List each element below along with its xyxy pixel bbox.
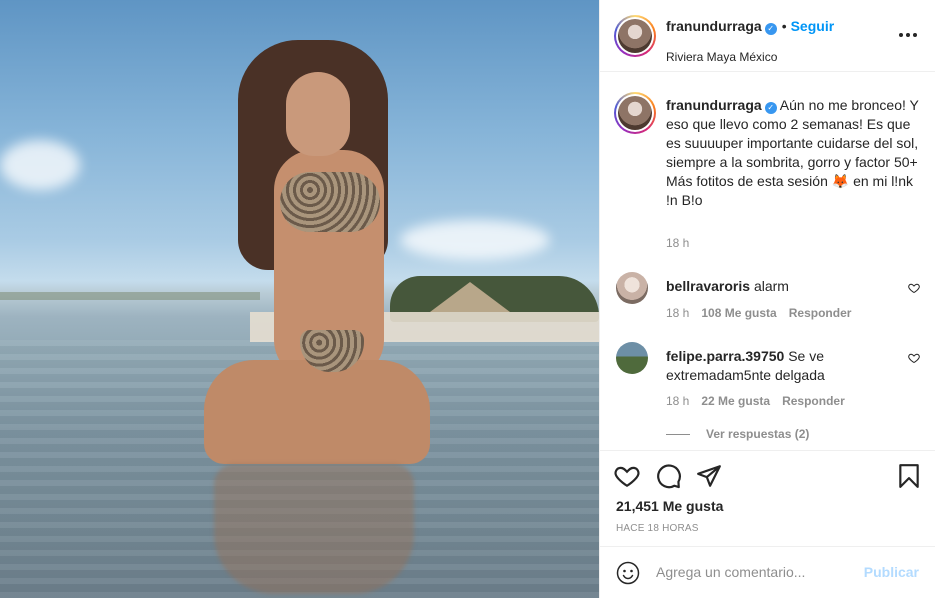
- reply-button[interactable]: Responder: [789, 306, 852, 320]
- horizon: [0, 292, 260, 300]
- avatar[interactable]: [614, 15, 656, 57]
- like-comment-heart-icon[interactable]: [908, 352, 920, 364]
- post-actions: 21,451 Me gusta HACE 18 HORAS: [600, 450, 935, 546]
- emoji-icon[interactable]: [616, 561, 640, 585]
- comment-icon[interactable]: [656, 463, 682, 489]
- separator: •: [781, 18, 787, 34]
- more-options-icon[interactable]: [898, 22, 918, 43]
- comment-time[interactable]: 18 h: [666, 306, 689, 320]
- post-timestamp[interactable]: HACE 18 HORAS: [616, 523, 699, 534]
- comment-meta: 18 h 22 Me gusta Responder: [666, 394, 857, 408]
- comment-text-block: bellravaroris alarm: [666, 277, 900, 296]
- view-replies-label: Ver respuestas (2): [706, 427, 810, 441]
- bikini-top: [280, 172, 380, 232]
- comment-avatar[interactable]: [616, 272, 648, 304]
- like-count[interactable]: 21,451 Me gusta: [616, 498, 723, 514]
- post-header: franundurraga ✓ • Seguir Riviera Maya Méxic…: [600, 0, 935, 72]
- person-reflection: [214, 464, 414, 594]
- avatar-image: [618, 96, 652, 130]
- bookmark-icon[interactable]: [896, 463, 922, 489]
- person-face: [286, 72, 350, 156]
- comment-username[interactable]: felipe.parra.39750: [666, 348, 784, 364]
- cloud: [0, 140, 80, 190]
- comment-time[interactable]: 18 h: [666, 394, 689, 408]
- share-icon[interactable]: [696, 463, 722, 489]
- add-comment-bar: Publicar: [600, 546, 935, 598]
- post-side-panel: franundurraga ✓ • Seguir Riviera Maya Méxic…: [599, 0, 935, 598]
- post-photo[interactable]: [0, 0, 599, 598]
- comment-username[interactable]: bellravaroris: [666, 278, 750, 294]
- heart-icon[interactable]: [614, 463, 640, 489]
- verified-badge-icon: ✓: [764, 23, 777, 35]
- caption-time[interactable]: 18 h: [666, 236, 689, 250]
- comment-meta: 18 h 108 Me gusta Responder: [666, 306, 863, 320]
- comment-likes[interactable]: 108 Me gusta: [701, 306, 776, 320]
- person-legs: [204, 360, 430, 464]
- caption-text-block: franundurraga ✓ Aún no me bronceo! Y eso …: [666, 96, 920, 210]
- comment-avatar[interactable]: [616, 342, 648, 374]
- replies-divider: [666, 434, 690, 436]
- reply-button[interactable]: Responder: [782, 394, 845, 408]
- like-comment-heart-icon[interactable]: [908, 282, 920, 294]
- avatar-image: [618, 19, 652, 53]
- publish-button[interactable]: Publicar: [864, 564, 919, 580]
- location-link[interactable]: Riviera Maya México: [666, 50, 777, 64]
- follow-button[interactable]: Seguir: [791, 18, 835, 34]
- caption-avatar[interactable]: [614, 92, 656, 134]
- comment-input[interactable]: [656, 560, 856, 584]
- view-replies-button[interactable]: Ver respuestas (2): [666, 427, 809, 441]
- header-name-row: franundurraga ✓ • Seguir: [666, 18, 834, 35]
- cloud: [400, 220, 550, 260]
- username-link[interactable]: franundurraga: [666, 18, 762, 34]
- verified-badge-icon: ✓: [764, 102, 777, 114]
- caption-text: Aún no me bronceo! Y eso que llevo como …: [666, 97, 919, 208]
- comment-likes[interactable]: 22 Me gusta: [701, 394, 770, 408]
- comment-text-block: felipe.parra.39750 Se ve extremadam5nte …: [666, 347, 900, 385]
- comment-text: alarm: [753, 278, 789, 294]
- caption-username[interactable]: franundurraga: [666, 97, 762, 113]
